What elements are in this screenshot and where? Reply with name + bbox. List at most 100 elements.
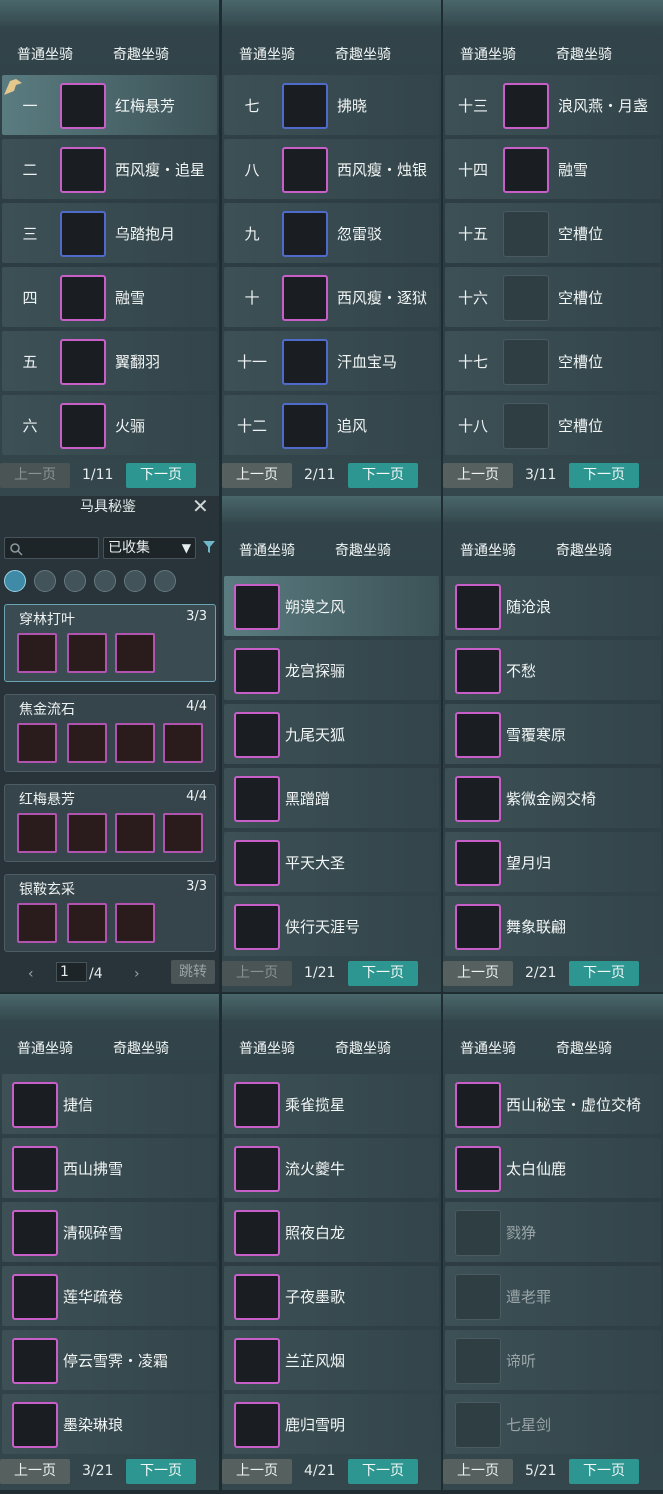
- mount-row[interactable]: 四 融雪: [2, 267, 217, 327]
- prev-page-button[interactable]: 上一页: [443, 961, 513, 986]
- mount-row[interactable]: 清砚碎雪: [2, 1202, 217, 1262]
- mount-row[interactable]: 五 翼翻羽: [2, 331, 217, 391]
- harness-item-icon[interactable]: [67, 903, 107, 943]
- collected-filter-select[interactable]: 已收集 ▼: [103, 537, 196, 559]
- chevron-right-icon[interactable]: ›: [134, 966, 140, 982]
- mount-row[interactable]: 黑蹭蹭: [224, 768, 439, 828]
- harness-set-group[interactable]: 焦金流石 4/4: [4, 694, 216, 772]
- tab-normal-mounts[interactable]: 普通坐骑: [460, 540, 516, 560]
- mount-row[interactable]: 鹿归雪明: [224, 1394, 439, 1454]
- funnel-icon[interactable]: [202, 540, 216, 554]
- mount-row[interactable]: 十五 空槽位: [445, 203, 661, 263]
- armor-category-icon[interactable]: [154, 570, 176, 592]
- mount-row[interactable]: 九 忽雷驳: [224, 203, 439, 263]
- mount-row[interactable]: 十六 空槽位: [445, 267, 661, 327]
- next-page-button[interactable]: 下一页: [126, 1459, 196, 1484]
- jump-button[interactable]: 跳转: [171, 960, 215, 984]
- mount-row[interactable]: 平天大圣: [224, 832, 439, 892]
- mount-row[interactable]: 流火夔牛: [224, 1138, 439, 1198]
- tab-fun-mounts[interactable]: 奇趣坐骑: [113, 44, 169, 64]
- harness-set-group[interactable]: 银鞍玄采 3/3: [4, 874, 216, 952]
- mount-row[interactable]: 停云雪霁・凌霜: [2, 1330, 217, 1390]
- harness-set-group[interactable]: 红梅悬芳 4/4: [4, 784, 216, 862]
- next-page-button[interactable]: 下一页: [569, 1459, 639, 1484]
- mount-row[interactable]: 照夜白龙: [224, 1202, 439, 1262]
- tab-fun-mounts[interactable]: 奇趣坐骑: [556, 44, 612, 64]
- harness-item-icon[interactable]: [163, 723, 203, 763]
- next-page-button[interactable]: 下一页: [569, 463, 639, 488]
- mount-row[interactable]: 一 红梅悬芳: [2, 75, 217, 135]
- mount-row[interactable]: 随沧浪: [445, 576, 661, 636]
- prev-page-button[interactable]: 上一页: [443, 1459, 513, 1484]
- search-input[interactable]: [4, 537, 99, 559]
- prev-page-button[interactable]: 上一页: [222, 463, 292, 488]
- prev-page-button[interactable]: 上一页: [0, 1459, 70, 1484]
- harness-item-icon[interactable]: [67, 633, 107, 673]
- next-page-button[interactable]: 下一页: [348, 1459, 418, 1484]
- mount-row[interactable]: 六 火骊: [2, 395, 217, 455]
- mount-row[interactable]: 十八 空槽位: [445, 395, 661, 455]
- page-number-input[interactable]: 1: [56, 962, 87, 982]
- next-page-button[interactable]: 下一页: [126, 463, 196, 488]
- tab-normal-mounts[interactable]: 普通坐骑: [17, 1038, 73, 1058]
- mount-row[interactable]: 捷信: [2, 1074, 217, 1134]
- prev-page-button[interactable]: 上一页: [0, 463, 70, 488]
- list-category-icon[interactable]: [4, 570, 26, 592]
- mount-row[interactable]: 雪覆寒原: [445, 704, 661, 764]
- harness-item-icon[interactable]: [163, 813, 203, 853]
- harness-item-icon[interactable]: [115, 813, 155, 853]
- chevron-left-icon[interactable]: ‹: [28, 966, 34, 982]
- grid-category-icon[interactable]: [34, 570, 56, 592]
- mount-row[interactable]: 莲华疏卷: [2, 1266, 217, 1326]
- tab-normal-mounts[interactable]: 普通坐骑: [239, 1038, 295, 1058]
- tab-fun-mounts[interactable]: 奇趣坐骑: [335, 1038, 391, 1058]
- mount-row[interactable]: 二 西风瘦・追星: [2, 139, 217, 199]
- mount-row[interactable]: 十七 空槽位: [445, 331, 661, 391]
- mount-row[interactable]: 十一 汗血宝马: [224, 331, 439, 391]
- mount-row[interactable]: 侠行天涯号: [224, 896, 439, 956]
- prev-page-button[interactable]: 上一页: [222, 961, 292, 986]
- next-page-button[interactable]: 下一页: [348, 961, 418, 986]
- mount-row[interactable]: 不愁: [445, 640, 661, 700]
- harness-item-icon[interactable]: [67, 723, 107, 763]
- harness-item-icon[interactable]: [17, 903, 57, 943]
- harness-item-icon[interactable]: [115, 723, 155, 763]
- mount-row[interactable]: 墨染琳琅: [2, 1394, 217, 1454]
- prev-page-button[interactable]: 上一页: [443, 463, 513, 488]
- tab-fun-mounts[interactable]: 奇趣坐骑: [556, 540, 612, 560]
- mount-row[interactable]: 八 西风瘦・烛银: [224, 139, 439, 199]
- mount-row[interactable]: 十四 融雪: [445, 139, 661, 199]
- tab-fun-mounts[interactable]: 奇趣坐骑: [113, 1038, 169, 1058]
- harness-set-group[interactable]: 穿林打叶 3/3: [4, 604, 216, 682]
- close-icon[interactable]: ✕: [192, 494, 209, 518]
- tab-normal-mounts[interactable]: 普通坐骑: [17, 44, 73, 64]
- next-page-button[interactable]: 下一页: [348, 463, 418, 488]
- tab-normal-mounts[interactable]: 普通坐骑: [239, 44, 295, 64]
- prev-page-button[interactable]: 上一页: [222, 1459, 292, 1484]
- mount-row[interactable]: 谛听: [445, 1330, 661, 1390]
- mount-row[interactable]: 十二 追风: [224, 395, 439, 455]
- mount-row[interactable]: 舞象联翩: [445, 896, 661, 956]
- harness-item-icon[interactable]: [17, 723, 57, 763]
- mount-row[interactable]: 西山秘宝・虚位交椅: [445, 1074, 661, 1134]
- mount-row[interactable]: 太白仙鹿: [445, 1138, 661, 1198]
- mount-row[interactable]: 龙宫探骊: [224, 640, 439, 700]
- mount-row[interactable]: 戮狰: [445, 1202, 661, 1262]
- mount-row[interactable]: 七星剑: [445, 1394, 661, 1454]
- tab-fun-mounts[interactable]: 奇趣坐骑: [335, 44, 391, 64]
- mount-row[interactable]: 九尾天狐: [224, 704, 439, 764]
- harness-item-icon[interactable]: [67, 813, 107, 853]
- saddle-category-icon[interactable]: [64, 570, 86, 592]
- next-page-button[interactable]: 下一页: [569, 961, 639, 986]
- mount-row[interactable]: 朔漠之风: [224, 576, 439, 636]
- mount-row[interactable]: 七 拂晓: [224, 75, 439, 135]
- mount-row[interactable]: 紫微金阙交椅: [445, 768, 661, 828]
- mount-row[interactable]: 遭老罪: [445, 1266, 661, 1326]
- harness-item-icon[interactable]: [115, 903, 155, 943]
- harness-item-icon[interactable]: [17, 633, 57, 673]
- tab-fun-mounts[interactable]: 奇趣坐骑: [556, 1038, 612, 1058]
- mount-row[interactable]: 西山拂雪: [2, 1138, 217, 1198]
- mount-row[interactable]: 十 西风瘦・逐狱: [224, 267, 439, 327]
- mount-row[interactable]: 乘雀揽星: [224, 1074, 439, 1134]
- tab-normal-mounts[interactable]: 普通坐骑: [460, 1038, 516, 1058]
